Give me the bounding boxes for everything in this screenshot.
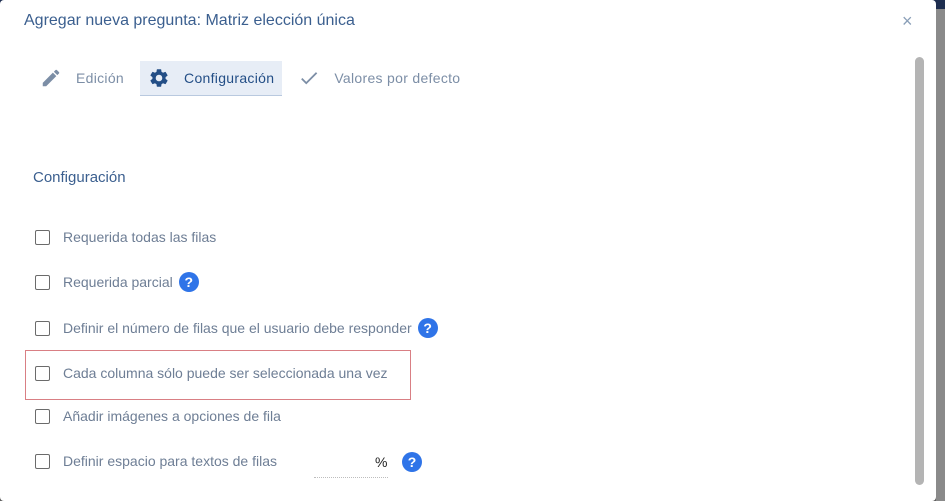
dialog-title: Agregar nueva pregunta: Matriz elección … xyxy=(24,12,355,29)
help-icon[interactable]: ? xyxy=(402,452,422,472)
close-icon[interactable]: × xyxy=(902,11,913,31)
checkbox[interactable] xyxy=(35,365,50,381)
pencil-icon xyxy=(42,69,60,87)
tab-configuracion[interactable]: Configuración xyxy=(140,60,283,96)
add-question-dialog: Agregar nueva pregunta: Matriz elección … xyxy=(0,0,936,501)
option-label: Añadir imágenes a opciones de fila xyxy=(63,408,281,424)
percent-symbol: % xyxy=(375,454,388,470)
tab-bar: Edición Configuración Valores por defect… xyxy=(32,60,476,96)
option-row: Cada columna sólo puede ser seleccionada… xyxy=(35,365,388,381)
tab-edicion[interactable]: Edición xyxy=(32,61,132,95)
checkmark-icon xyxy=(301,72,318,85)
checkbox[interactable] xyxy=(35,274,50,290)
option-row: Definir el número de filas que el usuari… xyxy=(35,318,438,338)
option-row: Añadir imágenes a opciones de fila xyxy=(35,408,281,424)
help-icon[interactable]: ? xyxy=(178,272,199,292)
tab-label: Configuración xyxy=(184,69,275,86)
help-icon[interactable]: ? xyxy=(417,318,438,338)
checkbox[interactable] xyxy=(35,453,50,469)
option-row: Requerida todas las filas xyxy=(35,229,216,245)
option-label: Cada columna sólo puede ser seleccionada… xyxy=(63,365,388,381)
background-overlay xyxy=(936,9,945,501)
option-row: Definir espacio para textos de filas xyxy=(35,453,277,469)
checkbox[interactable] xyxy=(35,320,50,336)
section-title: Configuración xyxy=(33,169,126,186)
option-label: Definir el número de filas que el usuari… xyxy=(63,320,412,336)
tab-label: Valores por defecto xyxy=(334,70,461,86)
option-row: Requerida parcial ? xyxy=(35,272,199,292)
option-label: Definir espacio para textos de filas xyxy=(63,453,277,469)
tab-label: Edición xyxy=(76,70,125,86)
option-label: Requerida todas las filas xyxy=(63,229,217,245)
gear-icon xyxy=(150,68,168,87)
option-label: Requerida parcial xyxy=(63,274,173,290)
tab-valores-por-defecto[interactable]: Valores por defecto xyxy=(290,61,468,95)
checkbox[interactable] xyxy=(35,229,50,245)
checkbox[interactable] xyxy=(35,408,50,424)
scrollbar-thumb[interactable] xyxy=(915,57,924,485)
